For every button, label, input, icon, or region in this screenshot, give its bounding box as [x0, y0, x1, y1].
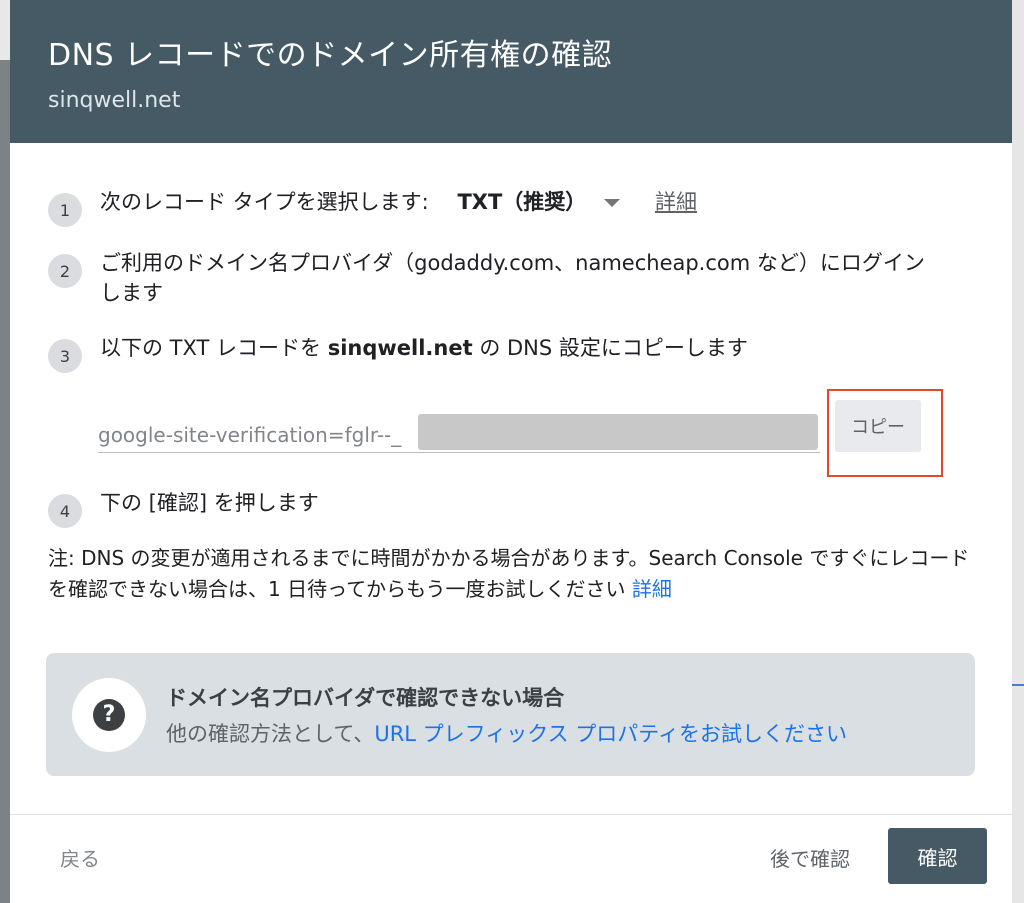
step-text: 次のレコード タイプを選択します: TXT（推奨） 詳細: [100, 187, 697, 217]
step-text: 下の [確認] を押します: [100, 491, 319, 515]
step-text: ご利用のドメイン名プロバイダ（godaddy.com、namecheap.com…: [100, 248, 925, 308]
copy-button[interactable]: コピー: [835, 400, 921, 452]
step-4: 4 下の [確認] を押します: [48, 488, 319, 528]
dialog-footer: 戻る 後で確認 確認: [10, 814, 1012, 903]
step-2-line-1: ご利用のドメイン名プロバイダ（godaddy.com、namecheap.com…: [100, 251, 925, 275]
help-icon-circle: ?: [72, 677, 146, 752]
step-2-line-2: します: [100, 281, 163, 305]
dialog-title: DNS レコードでのドメイン所有権の確認: [48, 38, 613, 73]
step-number: 4: [48, 494, 82, 528]
redaction-blur: [418, 414, 818, 450]
step-text: 以下の TXT レコードを sinqwell.net の DNS 設定にコピーし…: [100, 333, 748, 363]
step-1: 1 次のレコード タイプを選択します: TXT（推奨） 詳細: [48, 187, 697, 227]
note-details-link[interactable]: 詳細: [632, 577, 672, 601]
url-prefix-link[interactable]: URL プレフィックス プロパティをお試しください: [374, 722, 847, 746]
help-box: ? ドメイン名プロバイダで確認できない場合 他の確認方法として、URL プレフィ…: [46, 653, 975, 776]
step-2: 2 ご利用のドメイン名プロバイダ（godaddy.com、namecheap.c…: [48, 248, 925, 308]
verify-dialog: DNS レコードでのドメイン所有権の確認 sinqwell.net 1 次のレコ…: [10, 0, 1012, 903]
step-number: 3: [48, 339, 82, 373]
step-3: 3 以下の TXT レコードを sinqwell.net の DNS 設定にコピ…: [48, 333, 748, 373]
back-button[interactable]: 戻る: [60, 843, 100, 872]
step-number: 1: [48, 193, 82, 227]
txt-record-value: google-site-verification=fglr--_: [98, 423, 402, 447]
dialog-subtitle: sinqwell.net: [48, 88, 181, 113]
step-3-post: の DNS 設定にコピーします: [472, 336, 748, 360]
record-type-value: TXT（推奨）: [457, 190, 587, 214]
step-number: 2: [48, 254, 82, 288]
dialog-header: DNS レコードでのドメイン所有権の確認 sinqwell.net: [10, 0, 1012, 143]
background-panel: [0, 0, 10, 60]
details-link[interactable]: 詳細: [655, 190, 697, 214]
step-3-domain: sinqwell.net: [327, 336, 473, 360]
verify-button[interactable]: 確認: [888, 828, 987, 884]
dropdown-caret-icon: [604, 199, 621, 207]
note-text: 注: DNS の変更が適用されるまでに時間がかかる場合があります。Search …: [48, 546, 970, 601]
help-title: ドメイン名プロバイダで確認できない場合: [166, 685, 565, 710]
step-3-pre: 以下の TXT レコードを: [100, 336, 328, 360]
background-strip: [1012, 0, 1024, 903]
question-icon: ?: [93, 698, 125, 731]
help-body: 他の確認方法として、URL プレフィックス プロパティをお試しください: [166, 718, 847, 748]
background-accent-line: [1012, 684, 1024, 686]
help-body-pre: 他の確認方法として、: [166, 721, 375, 746]
help-text: ドメイン名プロバイダで確認できない場合 他の確認方法として、URL プレフィック…: [166, 682, 847, 748]
dns-note: 注: DNS の変更が適用されるまでに時間がかかる場合があります。Search …: [48, 543, 978, 605]
step-1-label: 次のレコード タイプを選択します:: [100, 190, 429, 214]
verify-later-button[interactable]: 後で確認: [770, 843, 850, 872]
record-type-select[interactable]: TXT（推奨）: [457, 190, 627, 214]
